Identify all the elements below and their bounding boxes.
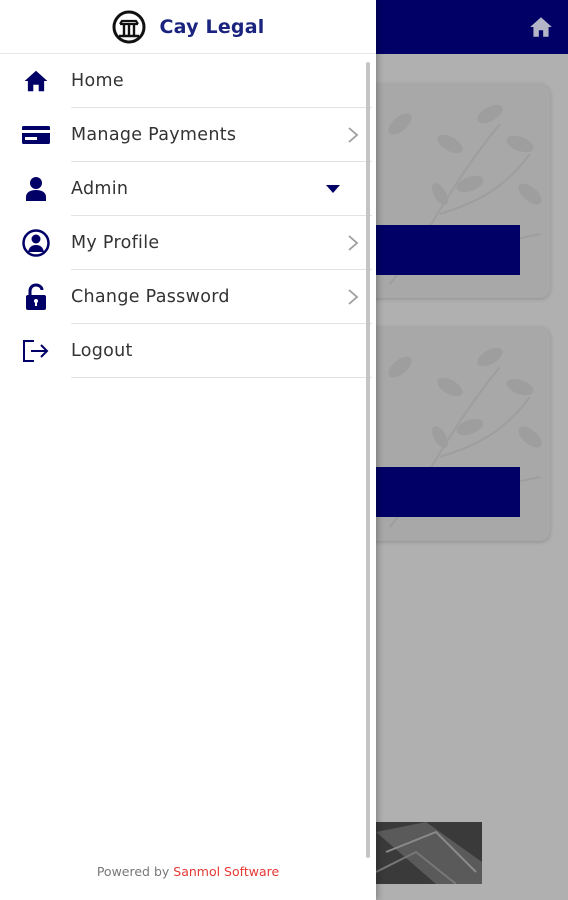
menu-item-label: Logout xyxy=(71,341,133,361)
cay-legal-logo-icon xyxy=(112,10,146,43)
menu-item-admin[interactable]: Admin xyxy=(0,162,376,216)
menu-item-label: Manage Payments xyxy=(71,125,237,145)
user-icon xyxy=(22,175,50,203)
chevron-right-icon xyxy=(348,127,359,143)
powered-by-footer: Powered by Sanmol Software xyxy=(0,864,376,879)
chevron-right-icon xyxy=(348,235,359,251)
logout-icon xyxy=(22,337,50,365)
credit-card-icon xyxy=(22,121,50,149)
banner-image xyxy=(376,822,482,884)
menu-item-change-password[interactable]: Change Password xyxy=(0,270,376,324)
menu-item-label: Admin xyxy=(71,179,129,199)
menu-item-label: Change Password xyxy=(71,287,230,307)
drawer-menu: Home Manage Payments Admin My Profile Ch… xyxy=(0,54,376,378)
caret-down-icon[interactable] xyxy=(326,184,340,194)
chevron-right-icon xyxy=(348,289,359,305)
navigation-drawer: Cay Legal Home Manage Payments Admin My … xyxy=(0,0,376,900)
menu-item-label: Home xyxy=(71,71,124,91)
company-link[interactable]: Sanmol Software xyxy=(173,864,279,879)
home-icon[interactable] xyxy=(528,14,554,40)
menu-item-logout[interactable]: Logout xyxy=(0,324,376,378)
menu-item-label: My Profile xyxy=(71,233,160,253)
drawer-scrollbar[interactable] xyxy=(366,62,370,858)
menu-item-my-profile[interactable]: My Profile xyxy=(0,216,376,270)
powered-by-text: Powered by xyxy=(96,864,170,879)
lock-open-icon xyxy=(22,283,50,311)
app-brand-title: Cay Legal xyxy=(159,15,265,38)
profile-icon xyxy=(22,229,50,257)
divider xyxy=(71,377,372,378)
menu-item-manage-payments[interactable]: Manage Payments xyxy=(0,108,376,162)
menu-item-home[interactable]: Home xyxy=(0,54,376,108)
drawer-header: Cay Legal xyxy=(0,0,376,54)
home-icon xyxy=(22,67,50,95)
